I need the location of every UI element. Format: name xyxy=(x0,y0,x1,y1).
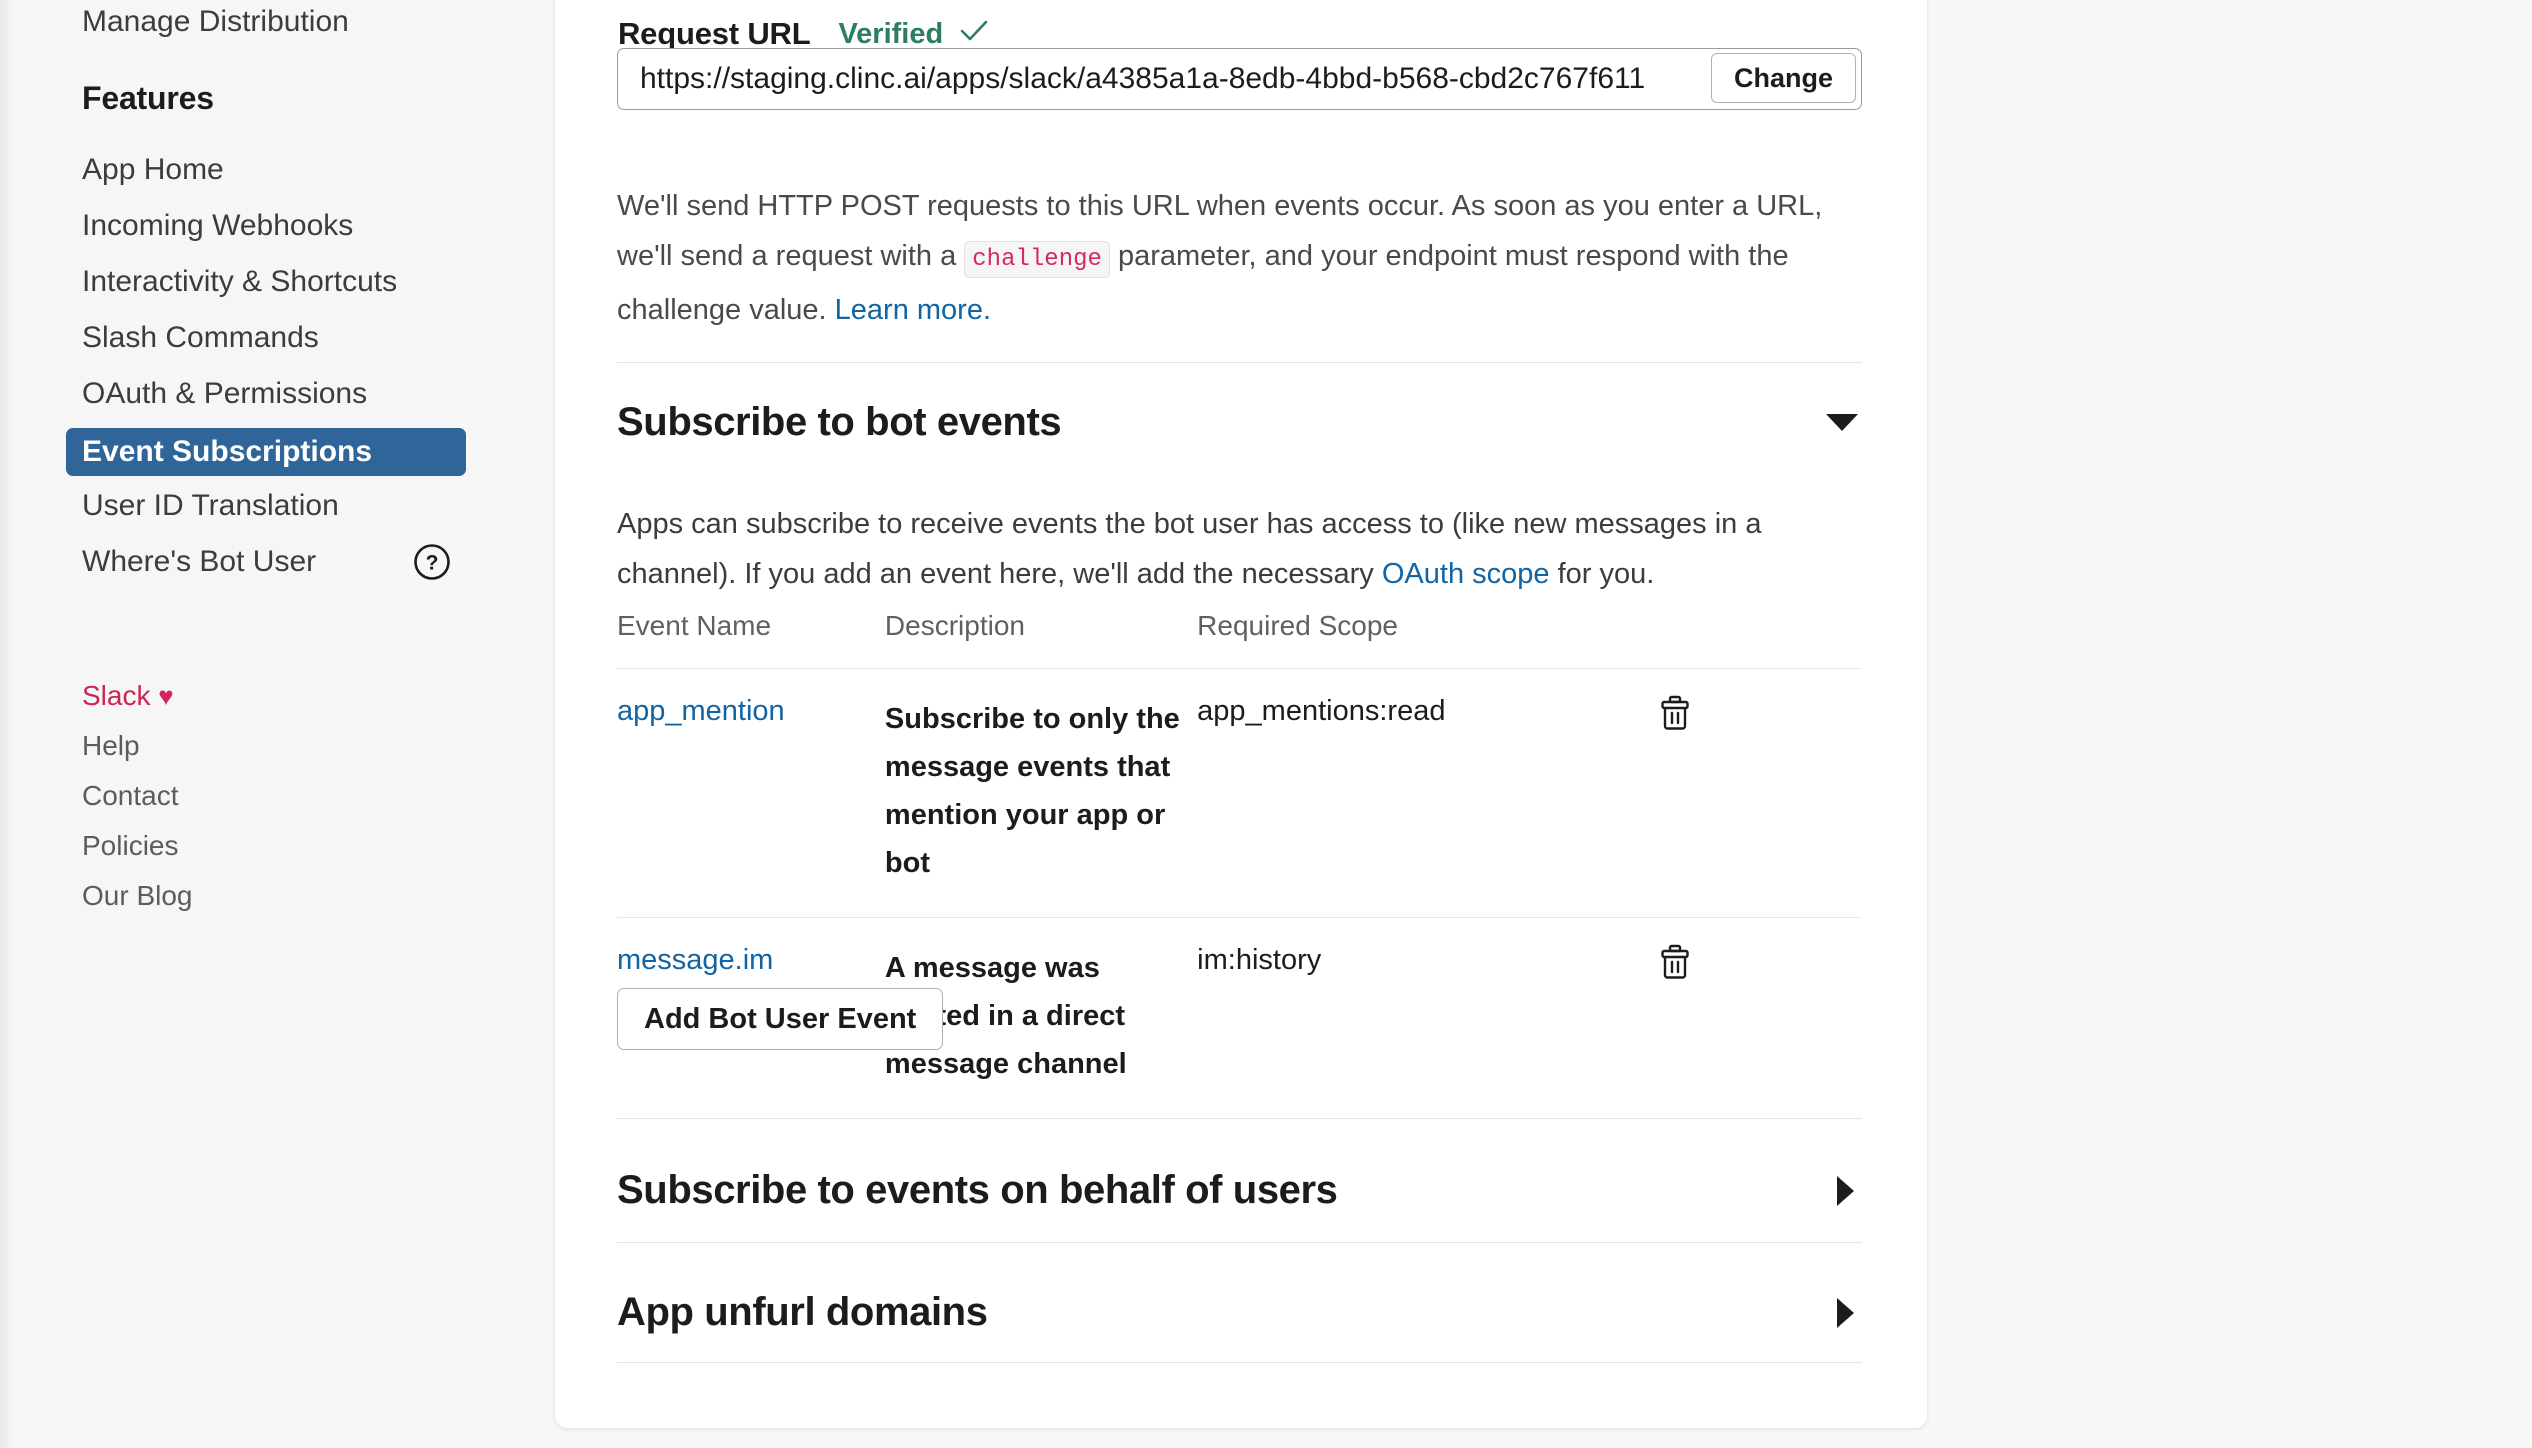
learn-more-link[interactable]: Learn more. xyxy=(835,294,991,326)
bot-events-desc-part-2: for you. xyxy=(1549,558,1655,590)
bot-events-title: Subscribe to bot events xyxy=(617,400,1062,444)
check-icon xyxy=(959,18,989,51)
bot-events-description: Apps can subscribe to receive events the… xyxy=(617,499,1862,599)
status-badge-verified: Verified xyxy=(838,18,989,51)
section-divider xyxy=(617,1118,1862,1119)
sidebar: Manage Distribution Features App Home In… xyxy=(0,0,555,1448)
section-divider xyxy=(617,1362,1862,1363)
change-button[interactable]: Change xyxy=(1710,53,1856,103)
sidebar-footer: Slack ♥ Help Contact Policies Our Blog xyxy=(82,680,193,930)
request-url-header: Request URL Verified xyxy=(618,16,989,52)
column-header-description: Description xyxy=(884,610,1025,641)
sidebar-item-label: Event Subscriptions xyxy=(82,435,373,468)
event-scope-cell: app_mentions:read xyxy=(1197,668,1601,918)
event-name-cell: app_mention xyxy=(617,668,885,918)
sidebar-item-our-blog[interactable]: Our Blog xyxy=(82,880,193,912)
section-divider xyxy=(617,1242,1862,1243)
event-link-app-mention[interactable]: app_mention xyxy=(617,695,785,727)
section-title: App unfurl domains xyxy=(617,1290,988,1334)
question-mark-circle-icon[interactable]: ? xyxy=(412,542,452,582)
caret-right-icon[interactable] xyxy=(1837,1175,1854,1206)
request-url-help-text: We'll send HTTP POST requests to this UR… xyxy=(617,181,1867,335)
section-app-unfurl-domains[interactable]: App unfurl domains xyxy=(617,1290,1862,1335)
sidebar-item-policies[interactable]: Policies xyxy=(82,830,193,862)
add-bot-user-event-button[interactable]: Add Bot User Event xyxy=(617,988,944,1050)
event-link-message-im[interactable]: message.im xyxy=(617,944,773,976)
sidebar-item-contact[interactable]: Contact xyxy=(82,780,193,812)
verified-text: Verified xyxy=(838,17,944,50)
caret-down-icon[interactable] xyxy=(1826,414,1858,431)
section-subscribe-events-on-behalf-of-users[interactable]: Subscribe to events on behalf of users xyxy=(617,1168,1862,1213)
sidebar-item-wheres-bot-user[interactable]: Where's Bot User xyxy=(82,545,316,579)
column-header-required-scope: Required Scope xyxy=(1197,610,1398,641)
event-actions-cell xyxy=(1600,668,1862,918)
oauth-scope-link[interactable]: OAuth scope xyxy=(1382,558,1550,590)
slack-label: Slack xyxy=(82,680,151,711)
request-url-field[interactable]: https://staging.clinc.ai/apps/slack/a438… xyxy=(617,48,1862,110)
column-header-actions xyxy=(1600,610,1862,669)
request-url-label: Request URL xyxy=(618,16,811,51)
sidebar-item-event-subscriptions[interactable]: Event Subscriptions xyxy=(66,428,466,476)
sidebar-item-app-home[interactable]: App Home xyxy=(82,153,224,187)
caret-right-icon[interactable] xyxy=(1837,1297,1854,1328)
sidebar-item-incoming-webhooks[interactable]: Incoming Webhooks xyxy=(82,209,353,243)
request-url-input[interactable]: https://staging.clinc.ai/apps/slack/a438… xyxy=(618,62,1861,96)
sidebar-item-oauth-permissions[interactable]: OAuth & Permissions xyxy=(82,377,367,411)
table-row: app_mention Subscribe to only the messag… xyxy=(617,668,1862,918)
sidebar-item-user-id-translation[interactable]: User ID Translation xyxy=(82,489,339,523)
section-title: Subscribe to events on behalf of users xyxy=(617,1168,1338,1212)
section-divider xyxy=(617,362,1862,363)
sidebar-item-help[interactable]: Help xyxy=(82,730,193,762)
sidebar-section-features: Features xyxy=(82,80,214,116)
event-actions-cell xyxy=(1600,917,1862,1119)
sidebar-item-slash-commands[interactable]: Slash Commands xyxy=(82,321,319,355)
sidebar-item-interactivity-shortcuts[interactable]: Interactivity & Shortcuts xyxy=(82,265,397,299)
trash-icon[interactable] xyxy=(1658,695,1692,731)
svg-text:?: ? xyxy=(426,552,439,575)
app-page: Manage Distribution Features App Home In… xyxy=(0,0,2532,1448)
trash-icon[interactable] xyxy=(1658,944,1692,980)
challenge-code-chip: challenge xyxy=(964,241,1110,278)
table-header-row: Event Name Description Required Scope xyxy=(617,610,1862,669)
event-description-cell: Subscribe to only the message events tha… xyxy=(884,668,1198,918)
sidebar-item-manage-distribution[interactable]: Manage Distribution xyxy=(82,7,349,37)
bot-events-section-header[interactable]: Subscribe to bot events xyxy=(617,400,1862,445)
event-scope-cell: im:history xyxy=(1197,917,1601,1119)
column-header-event-name: Event Name xyxy=(617,610,772,641)
main-content-card: Request URL Verified https://staging.cli… xyxy=(555,0,1927,1428)
heart-icon: ♥ xyxy=(158,681,174,711)
sidebar-item-slack[interactable]: Slack ♥ xyxy=(82,680,193,712)
